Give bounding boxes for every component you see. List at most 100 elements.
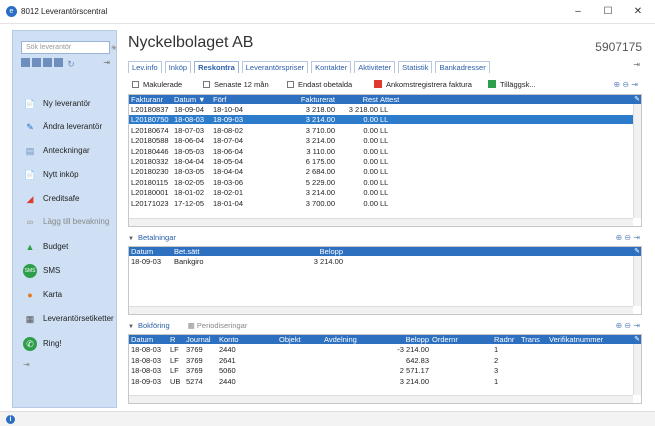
periodiseringar-tab[interactable]: ▦ Periodiseringar — [188, 321, 248, 330]
bookkeeping-section-header[interactable]: ▼ Bokföring ▦ Periodiseringar ⊕ ⊖ ⇥ — [128, 321, 642, 332]
table-row[interactable]: L20180674 18-07-03 18-08-02 3 710.00 0.00 LL — [129, 126, 633, 135]
sidebar-item-new-purchase[interactable]: 📄 Nytt inköp — [23, 166, 115, 184]
table-cell: 3769 — [186, 366, 203, 375]
favorite-star-icon[interactable]: ★ — [111, 44, 117, 52]
tab-reskontra[interactable]: Reskontra — [194, 61, 239, 73]
payments-settings-icon[interactable]: ✎ — [634, 247, 640, 255]
bookkeeping-horizontal-scrollbar[interactable] — [129, 395, 633, 403]
next-record-button[interactable] — [43, 58, 52, 67]
sidebar-item-supplier-labels[interactable]: ▦ Leverantörsetiketter — [23, 310, 115, 328]
endast-obetalda-checkbox[interactable]: Endast obetalda — [287, 80, 352, 89]
table-row[interactable]: L20180230 18-03-05 18-04-04 2 684.00 0.00 LL — [129, 167, 633, 176]
grid-settings-icon[interactable]: ✎ — [634, 95, 640, 103]
table-row[interactable]: L20180001 18-01-02 18-02-01 3 214.00 0.00 LL — [129, 188, 633, 197]
maximize-button[interactable]: ☐ — [597, 4, 619, 20]
table-row[interactable]: L20180750 18-08-03 18-09-03 3 214.00 0.00 LL — [129, 115, 633, 125]
info-icon[interactable]: i — [6, 415, 15, 424]
sidebar-item-new-supplier[interactable]: 📄 Ny leverantör — [23, 95, 115, 113]
table-cell: 18-06-04 — [174, 136, 205, 146]
table-cell: 0.00 — [363, 125, 378, 135]
tab-strip: Lev.info Inköp Reskontra Leverantörspriser K… — [128, 61, 493, 74]
table-row[interactable]: L20180588 18-06-04 18-07-04 3 214.00 0.00 LL — [129, 136, 633, 145]
table-cell: 2 571.17 — [399, 366, 429, 375]
sidebar-item-notes[interactable]: ▤ Anteckningar — [23, 142, 115, 160]
table-row[interactable]: 18-08-03 LF 3769 2641 642.83 2 — [129, 356, 633, 365]
first-record-button[interactable] — [21, 58, 30, 67]
search-placeholder: Sök leverantör — [26, 44, 72, 51]
payments-vertical-scrollbar[interactable] — [633, 256, 641, 306]
table-cell: L20180750 — [131, 115, 169, 125]
company-name: Nyckelbolaget AB — [128, 34, 254, 51]
main-area: Nyckelbolaget AB 5907175 ⇥ Lev.info Inköp… — [122, 30, 644, 408]
tabs-menu-icon[interactable]: ⇥ — [633, 60, 640, 69]
tab-inkop[interactable]: Inköp — [164, 61, 192, 73]
invoice-horizontal-scrollbar[interactable] — [129, 218, 633, 226]
table-cell: 0.00 — [363, 146, 378, 156]
table-cell: 18-06-04 — [213, 146, 244, 156]
sidebar-item-edit-supplier[interactable]: ✎ Ändra leverantör — [23, 118, 115, 136]
minimize-button[interactable]: – — [567, 4, 589, 20]
close-button[interactable]: ✕ — [627, 4, 649, 20]
sidebar-item-call[interactable]: ✆ Ring! — [23, 335, 115, 353]
table-cell: 3769 — [186, 345, 203, 354]
senaste12-checkbox[interactable]: Senaste 12 mån — [203, 80, 269, 89]
new-supplier-icon: 📄 — [24, 99, 36, 109]
expand-sidebar-icon[interactable]: ⇥ — [23, 360, 30, 369]
payments-grid: Datum Bet.sätt Belopp ✎ 18-09-03 Bankgir… — [128, 246, 642, 315]
payments-section-header[interactable]: ▼ Betalningar ⊕ ⊖ ⇥ — [128, 233, 642, 244]
tab-leverantorspriser[interactable]: Leverantörspriser — [241, 61, 309, 73]
tab-lev-info[interactable]: Lev.info — [128, 61, 162, 73]
tillaggsk-button[interactable]: Tilläggsk... — [488, 80, 536, 89]
table-row[interactable]: 18-08-03 LF 3769 5060 2 571.17 3 — [129, 366, 633, 375]
table-row[interactable]: 18-09-03 UB 5274 2440 3 214.00 1 — [129, 377, 633, 386]
sidebar-item-creditsafe[interactable]: ◢ Creditsafe — [23, 190, 115, 208]
table-row[interactable]: L20180115 18-02-05 18-03-06 5 229.00 0.00 LL — [129, 178, 633, 187]
makulerade-checkbox[interactable]: Makulerade — [132, 80, 182, 89]
table-cell: 3769 — [186, 355, 203, 365]
previous-record-button[interactable] — [32, 58, 41, 67]
last-record-button[interactable] — [54, 58, 63, 67]
sidebar-item-sms[interactable]: SMS SMS — [23, 262, 115, 280]
table-cell: 3 — [494, 366, 499, 375]
table-cell: 1 — [494, 376, 499, 386]
table-cell: 3 218.00 — [348, 105, 378, 114]
tab-aktiviteter[interactable]: Aktiviteter — [354, 61, 396, 73]
ankomstregistrera-button[interactable]: Ankomstregistrera faktura — [374, 80, 472, 89]
tab-statistik[interactable]: Statistik — [398, 61, 433, 73]
panel-tools-icon[interactable]: ⊕ ⊖ ⇥ — [613, 80, 638, 89]
table-row[interactable]: L20180332 18-04-04 18-05-04 6 175.00 0.00 LL — [129, 157, 633, 166]
record-navigation: ↻ — [21, 58, 75, 69]
bookkeeping-settings-icon[interactable]: ✎ — [634, 335, 640, 343]
tab-bankadresser[interactable]: Bankadresser — [435, 61, 490, 73]
table-row[interactable]: L20180837 18-09-04 18-10-04 3 218.00 3 218.0… — [129, 105, 633, 114]
table-cell: LL — [380, 136, 389, 146]
bookkeeping-tools-icon[interactable]: ⊕ ⊖ ⇥ — [615, 321, 640, 330]
invoice-vertical-scrollbar[interactable] — [633, 104, 641, 218]
table-cell: L20180837 — [131, 105, 169, 114]
watch-icon: ∞ — [26, 217, 34, 227]
payment-row[interactable]: 18-09-03 Bankgiro 3 214.00 — [129, 257, 633, 266]
supplier-search-input[interactable]: Sök leverantör ⌕ ★ — [21, 41, 117, 54]
table-cell: 5274 — [186, 376, 203, 386]
table-row[interactable]: L20171023 17-12-05 18-01-04 3 700.00 0.00 LL — [129, 199, 633, 208]
table-cell: 3 214.00 — [305, 136, 335, 146]
table-cell: 3 214.00 — [305, 188, 335, 198]
tab-kontakter[interactable]: Kontakter — [311, 61, 352, 73]
new-purchase-icon: 📄 — [24, 170, 36, 180]
table-row[interactable]: L20180446 18-05-03 18-06-04 3 110.00 0.00 LL — [129, 147, 633, 156]
add-cost-icon — [488, 80, 496, 88]
table-row[interactable]: 18-08-03 LF 3769 2440 -3 214.00 1 — [129, 345, 633, 354]
table-cell: 18-07-03 — [174, 125, 205, 135]
edit-supplier-icon: ✎ — [26, 122, 34, 132]
sidebar-item-budget[interactable]: ▲ Budget — [23, 238, 115, 256]
payments-tools-icon[interactable]: ⊕ ⊖ ⇥ — [615, 233, 640, 242]
sidebar-item-map[interactable]: ● Karta — [23, 286, 115, 304]
payments-horizontal-scrollbar[interactable] — [129, 306, 633, 314]
table-cell: UB — [170, 376, 181, 386]
sidebar-item-add-watch[interactable]: ∞ Lägg till bevakning — [23, 213, 115, 231]
refresh-icon[interactable]: ↻ — [67, 59, 75, 69]
table-cell: 18-08-03 — [131, 345, 162, 354]
sidebar-menu-icon[interactable]: ⇥ — [103, 58, 110, 67]
table-cell: 3 710.00 — [305, 125, 335, 135]
bookkeeping-vertical-scrollbar[interactable] — [633, 344, 641, 395]
